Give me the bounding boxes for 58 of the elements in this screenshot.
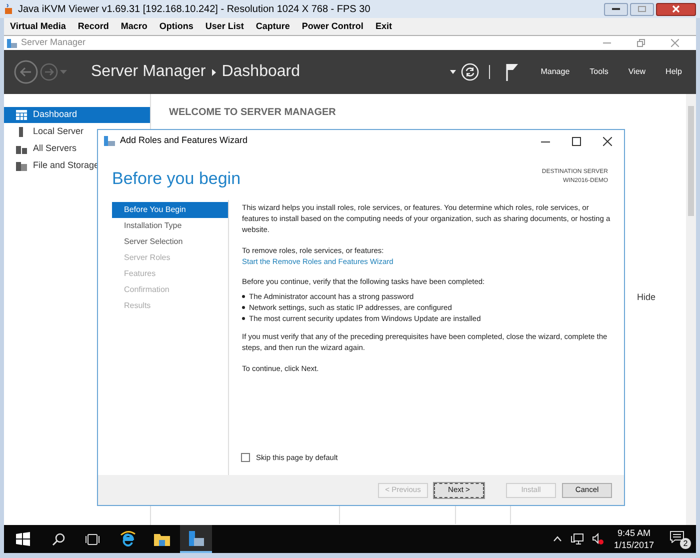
server-manager-icon <box>188 530 204 546</box>
menu-item[interactable]: Tools <box>590 66 608 78</box>
scrollbar[interactable] <box>686 94 696 525</box>
menu-item[interactable]: Record <box>78 20 109 34</box>
storage-icon <box>16 160 27 170</box>
wizard-step[interactable]: Server Selection <box>112 234 228 250</box>
wizard-step[interactable]: Before You Begin <box>112 202 228 218</box>
restore-icon[interactable] <box>637 39 645 47</box>
minimize-button[interactable] <box>604 2 628 16</box>
search-icon[interactable] <box>52 532 65 546</box>
server-manager-taskbar-button[interactable] <box>180 525 212 553</box>
flag-icon[interactable] <box>506 63 519 81</box>
menu-item[interactable]: Options <box>159 20 194 34</box>
dropdown-caret-icon[interactable] <box>450 70 456 74</box>
menu-item[interactable]: View <box>628 66 646 78</box>
muted-speaker-icon[interactable] <box>592 533 604 545</box>
task-view-icon[interactable] <box>85 534 100 544</box>
windows-logo-icon[interactable] <box>16 532 30 546</box>
dialog-title: Add Roles and Features Wizard <box>120 134 248 148</box>
window-title: Server Manager <box>21 36 86 50</box>
wizard-icon <box>104 136 115 146</box>
menu-item[interactable]: Manage <box>540 66 570 78</box>
browser-e-icon[interactable] <box>120 531 136 547</box>
page-heading: Before you begin <box>112 168 241 190</box>
bullet-icon <box>242 316 245 320</box>
sidebar-item[interactable]: Dashboard <box>4 107 150 123</box>
wizard-step[interactable]: Installation Type <box>112 218 228 234</box>
breadcrumb-item: Dashboard <box>222 62 300 82</box>
section-heading: WELCOME TO SERVER MANAGER <box>169 106 336 120</box>
refresh-icon[interactable] <box>460 63 479 81</box>
menu-item[interactable]: Macro <box>120 20 148 34</box>
grid-icon <box>16 110 27 120</box>
java-cup-icon <box>4 4 14 14</box>
menu-item[interactable]: Virtual Media <box>10 20 66 34</box>
menu-item[interactable]: Exit <box>375 20 392 34</box>
breadcrumb-item[interactable]: Server Manager <box>91 60 206 84</box>
close-button[interactable] <box>656 2 696 16</box>
server-manager-icon <box>7 38 17 48</box>
maximize-icon[interactable] <box>572 136 581 146</box>
clock-time[interactable]: 9:45 AM <box>617 527 650 539</box>
caret-up-icon[interactable] <box>552 536 562 542</box>
network-icon[interactable] <box>570 533 584 545</box>
bullet-icon <box>242 294 245 298</box>
bullet-icon <box>242 306 245 308</box>
skip-checkbox[interactable] <box>241 453 250 462</box>
window-title: Java iKVM Viewer v1.69.31 [192.168.10.242] - Resolution 1024 X 768 - FPS 30 <box>18 2 370 16</box>
menu-item[interactable]: Capture <box>256 20 290 34</box>
servers-icon <box>16 144 27 154</box>
menu-item[interactable]: Power Control <box>302 20 364 34</box>
clock-date[interactable]: 1/15/2017 <box>614 539 654 551</box>
back-icon[interactable] <box>14 60 38 84</box>
folder-icon[interactable] <box>154 532 170 546</box>
menu-item[interactable]: User List <box>205 20 244 34</box>
close-icon <box>672 5 680 13</box>
breadcrumb-arrow-icon <box>212 68 216 76</box>
menu-item[interactable]: Help <box>666 66 682 78</box>
hide-link[interactable]: Hide <box>637 291 656 304</box>
close-icon[interactable] <box>603 136 612 146</box>
